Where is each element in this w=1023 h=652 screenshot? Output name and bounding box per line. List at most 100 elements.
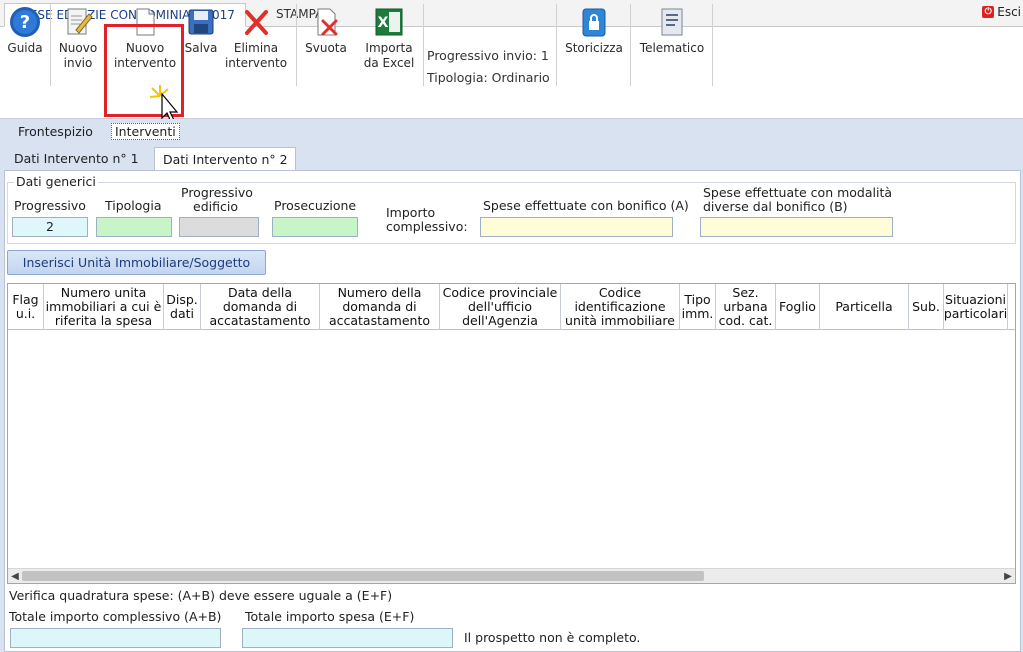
column-header-line: Sez. <box>732 285 759 300</box>
empty-label: Svuota <box>305 41 347 55</box>
save-button[interactable]: Salva <box>182 6 220 56</box>
table-column-header[interactable]: Data della domanda di accatastamento <box>201 284 320 330</box>
import-excel-label-1: Importa <box>365 41 413 55</box>
telematico-button[interactable]: Telematico <box>636 6 708 56</box>
totale-spesa-label: Totale importo spesa (E+F) <box>245 609 415 624</box>
column-header-line: Tipo <box>684 292 711 307</box>
new-send-icon <box>67 8 93 35</box>
table-column-header[interactable]: Foglio <box>776 284 820 330</box>
spese-bonifico-field[interactable] <box>480 217 673 237</box>
clear-document-icon <box>317 8 338 36</box>
table-column-header[interactable]: Disp. dati <box>164 284 201 330</box>
table-column-header[interactable]: Numero unita immobiliari a cui è riferita … <box>44 284 164 330</box>
column-header-line: unità immobiliare <box>565 313 675 328</box>
tab-frontespizio[interactable]: Frontespizio <box>18 124 93 139</box>
ribbon-separator <box>630 4 631 86</box>
import-excel-button[interactable]: X Importa da Excel <box>360 6 418 71</box>
column-header-line: Data della <box>227 285 293 300</box>
save-label: Salva <box>184 41 218 55</box>
table-column-header[interactable]: Particella <box>820 284 909 330</box>
delete-intervention-label-1: Elimina <box>233 41 279 55</box>
table-column-header[interactable]: Sez. urbana cod. cat. <box>716 284 776 330</box>
excel-icon: X <box>375 8 403 36</box>
column-header-line: Codice <box>598 285 642 300</box>
delete-intervention-button[interactable]: Elimina intervento <box>222 6 290 71</box>
table-column-header[interactable]: Situazioni particolari <box>944 284 1008 330</box>
spese-bonifico-label: Spese effettuate con bonifico (A) <box>483 198 689 213</box>
scroll-right-icon[interactable]: ▶ <box>1001 569 1015 583</box>
progressivo-edificio-label-2: edificio <box>193 199 238 214</box>
exit-button[interactable]: ⏻ Esci <box>982 5 1021 19</box>
table-column-header[interactable]: Numero della domanda di accatastamento <box>320 284 440 330</box>
import-excel-label-2: da Excel <box>363 56 415 70</box>
column-header-line: identificazione <box>574 299 666 314</box>
ribbon-separator <box>556 4 557 86</box>
progressivo-label: Progressivo <box>14 198 86 213</box>
spese-modalita-field[interactable] <box>700 217 893 237</box>
ribbon-separator <box>712 4 713 86</box>
table-column-header[interactable]: Sub. <box>909 284 944 330</box>
column-header-line: Disp. <box>166 292 198 307</box>
column-header-line: Numero della <box>337 285 422 300</box>
table-column-header[interactable]: Flag u.i. <box>8 284 44 330</box>
column-header-line: urbana <box>723 299 768 314</box>
new-send-button[interactable]: Nuovo invio <box>54 6 102 71</box>
totale-spesa-field <box>242 628 453 648</box>
column-header-line: Sub. <box>912 299 940 314</box>
column-header-line: dell'ufficio <box>467 299 532 314</box>
tipologia-field[interactable] <box>96 217 172 237</box>
tab-interventi[interactable]: Interventi <box>111 123 180 140</box>
column-header-line: immobiliari a cui è <box>45 299 162 314</box>
guide-label: Guida <box>7 41 43 55</box>
column-header-line: Particella <box>835 299 893 314</box>
totale-complessivo-field <box>10 628 221 648</box>
column-header-line: riferita la spesa <box>54 313 153 328</box>
mouse-cursor-icon <box>149 85 179 123</box>
exit-icon: ⏻ <box>982 6 995 18</box>
verifica-text: Verifica quadratura spese: (A+B) deve es… <box>9 588 393 603</box>
table-header: Flag u.i. Numero unita immobiliari a cui èr… <box>8 284 1015 330</box>
totale-complessivo-label: Totale importo complessivo (A+B) <box>9 609 222 624</box>
insert-unita-button[interactable]: Inserisci Unità Immobiliare/Soggetto <box>7 250 266 275</box>
column-header-line: Codice provinciale <box>442 285 558 300</box>
column-header-line: accatastamento <box>328 313 431 328</box>
table-column-header[interactable]: Codice identificazione unità immobiliare <box>561 284 680 330</box>
prosecuzione-label: Prosecuzione <box>274 198 357 213</box>
progressivo-edificio-label-1: Progressivo <box>181 185 253 200</box>
empty-button[interactable]: Svuota <box>302 6 350 56</box>
progressivo-field[interactable]: 2 <box>12 217 88 237</box>
svg-text:X: X <box>378 15 389 31</box>
guide-button[interactable]: ? Guida <box>4 6 46 56</box>
column-header-line: dati <box>170 306 194 321</box>
ribbon-separator <box>423 4 424 86</box>
column-header-line: dell'Agenzia <box>462 313 538 328</box>
telematico-label: Telematico <box>639 41 705 55</box>
save-icon <box>188 9 214 35</box>
column-header-line: Flag <box>12 292 39 307</box>
dati-generici-title: Dati generici <box>14 174 98 189</box>
scroll-left-icon[interactable]: ◀ <box>8 569 22 583</box>
column-header-line: Situazioni <box>945 292 1006 307</box>
delete-intervention-label-2: intervento <box>224 56 288 70</box>
spese-modalita-label-1: Spese effettuate con modalità <box>703 185 893 200</box>
exit-label: Esci <box>997 5 1021 19</box>
horizontal-scrollbar[interactable]: ◀ ▶ <box>8 568 1015 583</box>
column-header-line: domanda di <box>222 299 298 314</box>
telematico-icon <box>661 8 683 36</box>
delete-x-icon <box>245 10 268 35</box>
column-header-line: Numero unita <box>60 285 147 300</box>
column-header-line: particolari <box>943 306 1008 321</box>
ribbon-separator <box>296 4 297 86</box>
scroll-thumb[interactable] <box>22 571 704 581</box>
storicizza-button[interactable]: Storicizza <box>562 6 626 56</box>
column-header-line: u.i. <box>15 306 36 321</box>
new-send-label-2: invio <box>63 56 93 70</box>
table-column-header[interactable]: Tipo imm. <box>680 284 716 330</box>
tab-dati-intervento-1[interactable]: Dati Intervento n° 1 <box>14 151 139 166</box>
lock-icon <box>582 8 606 37</box>
tab-dati-intervento-2[interactable]: Dati Intervento n° 2 <box>154 147 296 171</box>
column-header-line: imm. <box>681 306 714 321</box>
prosecuzione-field[interactable] <box>272 217 358 237</box>
spese-modalita-label-2: diverse dal bonifico (B) <box>703 199 848 214</box>
table-column-header[interactable]: Codice provinciale dell'ufficio dell'Agenz… <box>440 284 561 330</box>
